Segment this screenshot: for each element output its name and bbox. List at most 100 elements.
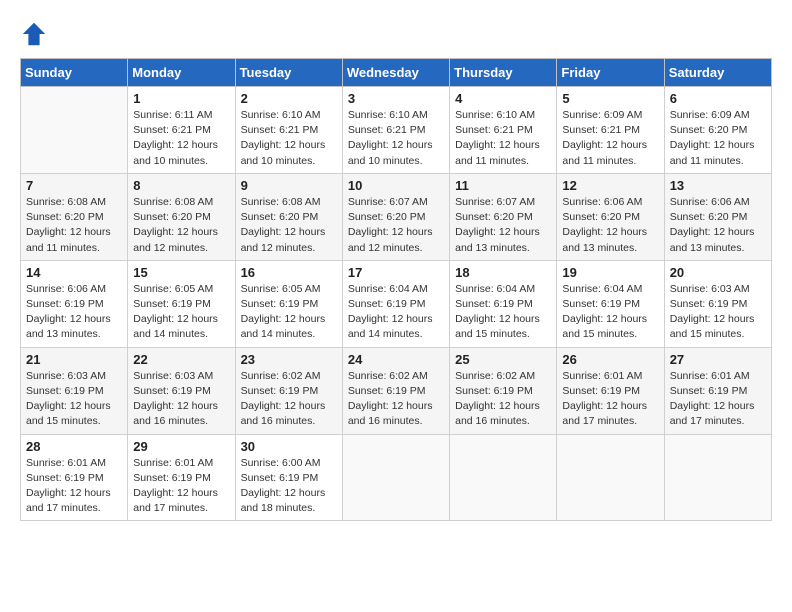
day-info: Sunrise: 6:07 AMSunset: 6:20 PMDaylight:… <box>348 195 444 256</box>
calendar-cell: 28Sunrise: 6:01 AMSunset: 6:19 PMDayligh… <box>21 434 128 521</box>
day-number: 5 <box>562 91 658 106</box>
calendar-cell: 24 Sunrise: 6:02 AMSunset: 6:19 PMDayligh… <box>342 347 449 434</box>
day-number: 13 <box>670 178 766 193</box>
day-info: Sunrise: 6:08 AMSunset: 6:20 PMDaylight:… <box>26 195 122 256</box>
day-info: Sunrise: 6:00 AMSunset: 6:19 PMDaylight:… <box>241 456 337 517</box>
calendar-cell: 2 Sunrise: 6:10 AMSunset: 6:21 PMDaylight… <box>235 87 342 174</box>
day-info: Sunrise: 6:05 AMSunset: 6:19 PMDaylight:… <box>133 282 229 343</box>
calendar-cell: 27 Sunrise: 6:01 AMSunset: 6:19 PMDayligh… <box>664 347 771 434</box>
calendar-cell <box>21 87 128 174</box>
day-info: Sunrise: 6:08 AMSunset: 6:20 PMDaylight:… <box>241 195 337 256</box>
calendar-cell: 3 Sunrise: 6:10 AMSunset: 6:21 PMDaylight… <box>342 87 449 174</box>
calendar-week-row: 14 Sunrise: 6:06 AMSunset: 6:19 PMDayligh… <box>21 260 772 347</box>
calendar-cell: 8 Sunrise: 6:08 AMSunset: 6:20 PMDaylight… <box>128 173 235 260</box>
weekday-header-sunday: Sunday <box>21 59 128 87</box>
day-number: 10 <box>348 178 444 193</box>
day-number: 28 <box>26 439 122 454</box>
calendar-week-row: 1 Sunrise: 6:11 AMSunset: 6:21 PMDaylight… <box>21 87 772 174</box>
day-info: Sunrise: 6:10 AMSunset: 6:21 PMDaylight:… <box>241 108 337 169</box>
day-number: 22 <box>133 352 229 367</box>
day-info: Sunrise: 6:01 AMSunset: 6:19 PMDaylight:… <box>670 369 766 430</box>
calendar-cell: 6 Sunrise: 6:09 AMSunset: 6:20 PMDaylight… <box>664 87 771 174</box>
calendar-cell: 17 Sunrise: 6:04 AMSunset: 6:19 PMDayligh… <box>342 260 449 347</box>
calendar-cell: 11 Sunrise: 6:07 AMSunset: 6:20 PMDayligh… <box>450 173 557 260</box>
day-info: Sunrise: 6:03 AMSunset: 6:19 PMDaylight:… <box>26 369 122 430</box>
day-number: 11 <box>455 178 551 193</box>
weekday-header-monday: Monday <box>128 59 235 87</box>
calendar-cell: 23 Sunrise: 6:02 AMSunset: 6:19 PMDayligh… <box>235 347 342 434</box>
calendar-cell: 26 Sunrise: 6:01 AMSunset: 6:19 PMDayligh… <box>557 347 664 434</box>
calendar-cell: 15 Sunrise: 6:05 AMSunset: 6:19 PMDayligh… <box>128 260 235 347</box>
calendar-cell: 4 Sunrise: 6:10 AMSunset: 6:21 PMDaylight… <box>450 87 557 174</box>
calendar-cell: 12 Sunrise: 6:06 AMSunset: 6:20 PMDayligh… <box>557 173 664 260</box>
day-number: 12 <box>562 178 658 193</box>
calendar-week-row: 7 Sunrise: 6:08 AMSunset: 6:20 PMDaylight… <box>21 173 772 260</box>
calendar-cell: 16 Sunrise: 6:05 AMSunset: 6:19 PMDayligh… <box>235 260 342 347</box>
calendar-cell <box>342 434 449 521</box>
day-number: 29 <box>133 439 229 454</box>
day-number: 27 <box>670 352 766 367</box>
calendar-cell: 5 Sunrise: 6:09 AMSunset: 6:21 PMDaylight… <box>557 87 664 174</box>
calendar-table: SundayMondayTuesdayWednesdayThursdayFrid… <box>20 58 772 521</box>
day-number: 6 <box>670 91 766 106</box>
day-number: 15 <box>133 265 229 280</box>
calendar-cell: 18 Sunrise: 6:04 AMSunset: 6:19 PMDayligh… <box>450 260 557 347</box>
day-number: 3 <box>348 91 444 106</box>
calendar-cell: 13 Sunrise: 6:06 AMSunset: 6:20 PMDayligh… <box>664 173 771 260</box>
day-number: 9 <box>241 178 337 193</box>
calendar-cell: 19 Sunrise: 6:04 AMSunset: 6:19 PMDayligh… <box>557 260 664 347</box>
day-info: Sunrise: 6:09 AMSunset: 6:20 PMDaylight:… <box>670 108 766 169</box>
calendar-cell: 20Sunrise: 6:03 AMSunset: 6:19 PMDayligh… <box>664 260 771 347</box>
day-number: 17 <box>348 265 444 280</box>
day-number: 19 <box>562 265 658 280</box>
calendar-cell <box>557 434 664 521</box>
day-info: Sunrise: 6:08 AMSunset: 6:20 PMDaylight:… <box>133 195 229 256</box>
day-number: 18 <box>455 265 551 280</box>
day-number: 26 <box>562 352 658 367</box>
calendar-cell: 25 Sunrise: 6:02 AMSunset: 6:19 PMDayligh… <box>450 347 557 434</box>
calendar-cell <box>450 434 557 521</box>
weekday-header-tuesday: Tuesday <box>235 59 342 87</box>
day-info: Sunrise: 6:10 AMSunset: 6:21 PMDaylight:… <box>455 108 551 169</box>
day-info: Sunrise: 6:11 AMSunset: 6:21 PMDaylight:… <box>133 108 229 169</box>
calendar-cell: 29 Sunrise: 6:01 AMSunset: 6:19 PMDayligh… <box>128 434 235 521</box>
day-number: 16 <box>241 265 337 280</box>
day-info: Sunrise: 6:06 AMSunset: 6:19 PMDaylight:… <box>26 282 122 343</box>
day-number: 2 <box>241 91 337 106</box>
day-info: Sunrise: 6:03 AMSunset: 6:19 PMDaylight:… <box>133 369 229 430</box>
day-number: 1 <box>133 91 229 106</box>
calendar-week-row: 28 Sunrise: 6:01 AMSunset: 6:19 PMDayligh… <box>21 434 772 521</box>
day-info: Sunrise: 6:06 AMSunset: 6:20 PMDaylight:… <box>562 195 658 256</box>
day-number: 14 <box>26 265 122 280</box>
day-info: Sunrise: 6:01 AMSunset: 6:19 PMDaylight:… <box>133 456 229 517</box>
day-info: Sunrise: 6:02 AMSunset: 6:19 PMDaylight:… <box>348 369 444 430</box>
calendar-cell: 30Sunrise: 6:00 AMSunset: 6:19 PMDayligh… <box>235 434 342 521</box>
day-info: Sunrise: 6:06 AMSunset: 6:20 PMDaylight:… <box>670 195 766 256</box>
calendar-cell: 1 Sunrise: 6:11 AMSunset: 6:21 PMDaylight… <box>128 87 235 174</box>
day-info: Sunrise: 6:07 AMSunset: 6:20 PMDaylight:… <box>455 195 551 256</box>
day-info: Sunrise: 6:10 AMSunset: 6:21 PMDaylight:… <box>348 108 444 169</box>
day-number: 8 <box>133 178 229 193</box>
day-info: Sunrise: 6:02 AMSunset: 6:19 PMDaylight:… <box>455 369 551 430</box>
day-info: Sunrise: 6:01 AMSunset: 6:19 PMDaylight:… <box>562 369 658 430</box>
weekday-header-wednesday: Wednesday <box>342 59 449 87</box>
day-info: Sunrise: 6:05 AMSunset: 6:19 PMDaylight:… <box>241 282 337 343</box>
day-number: 25 <box>455 352 551 367</box>
day-number: 24 <box>348 352 444 367</box>
day-info: Sunrise: 6:09 AMSunset: 6:21 PMDaylight:… <box>562 108 658 169</box>
day-info: Sunrise: 6:02 AMSunset: 6:19 PMDaylight:… <box>241 369 337 430</box>
calendar-cell: 9 Sunrise: 6:08 AMSunset: 6:20 PMDaylight… <box>235 173 342 260</box>
day-info: Sunrise: 6:04 AMSunset: 6:19 PMDaylight:… <box>562 282 658 343</box>
day-info: Sunrise: 6:04 AMSunset: 6:19 PMDaylight:… <box>455 282 551 343</box>
day-number: 7 <box>26 178 122 193</box>
day-info: Sunrise: 6:04 AMSunset: 6:19 PMDaylight:… <box>348 282 444 343</box>
calendar-cell: 10 Sunrise: 6:07 AMSunset: 6:20 PMDayligh… <box>342 173 449 260</box>
day-info: Sunrise: 6:03 AMSunset: 6:19 PMDaylight:… <box>670 282 766 343</box>
calendar-cell: 22 Sunrise: 6:03 AMSunset: 6:19 PMDayligh… <box>128 347 235 434</box>
day-number: 21 <box>26 352 122 367</box>
day-number: 23 <box>241 352 337 367</box>
weekday-header-row: SundayMondayTuesdayWednesdayThursdayFrid… <box>21 59 772 87</box>
weekday-header-thursday: Thursday <box>450 59 557 87</box>
day-number: 4 <box>455 91 551 106</box>
page-header <box>20 20 772 48</box>
